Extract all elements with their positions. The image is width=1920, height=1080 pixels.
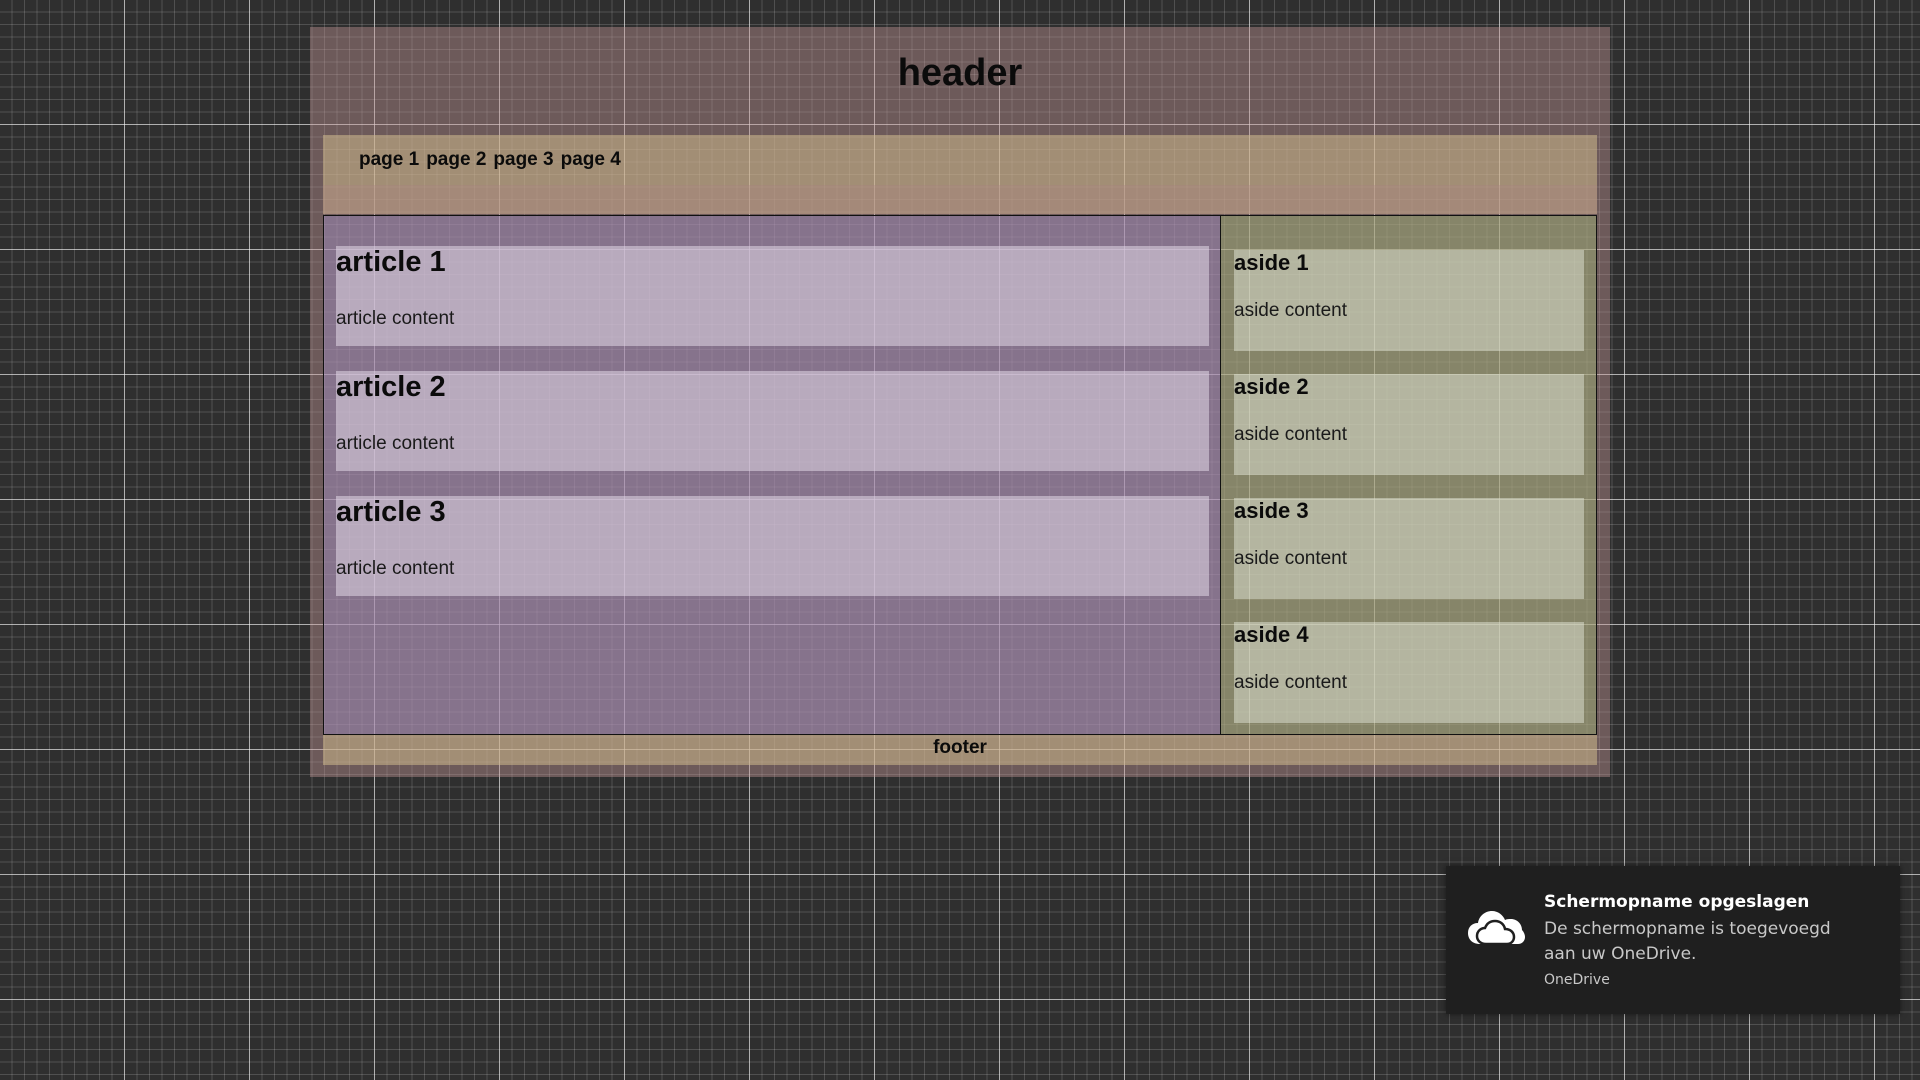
- main-column: article 1 article content article 2 arti…: [323, 215, 1221, 735]
- notification-body: De schermopname is toegevoegd aan uw One…: [1544, 919, 1831, 964]
- aside-title: aside 4: [1234, 622, 1309, 647]
- aside-content: aside content: [1234, 424, 1348, 445]
- aside-title: aside 3: [1234, 498, 1309, 523]
- screenshot-saved-notification[interactable]: Schermopname opgeslagen De schermopname …: [1446, 866, 1900, 1014]
- notification-source: OneDrive: [1544, 972, 1610, 988]
- aside-column: aside 1 aside content aside 2 aside cont…: [1220, 215, 1597, 735]
- nav-links: page 1 page 2 page 3 page 4: [359, 149, 621, 171]
- nav-link-page-2[interactable]: page 2: [426, 149, 486, 170]
- nav-link-page-1[interactable]: page 1: [359, 149, 419, 170]
- article-content: article content: [336, 308, 455, 329]
- onedrive-cloud-icon: [1466, 906, 1526, 948]
- nav-bar: page 1 page 2 page 3 page 4: [323, 135, 1597, 214]
- article-1: article 1 article content: [336, 246, 1209, 346]
- article-content: article content: [336, 433, 455, 454]
- demo-page: header page 1 page 2 page 3 page 4 artic…: [310, 27, 1610, 777]
- nav-link-page-4[interactable]: page 4: [561, 149, 621, 170]
- notification-title: Schermopname opgeslagen: [1544, 892, 1810, 912]
- footer-text: footer: [933, 737, 987, 758]
- site-footer: footer: [323, 735, 1597, 765]
- aside-content: aside content: [1234, 672, 1348, 693]
- article-3: article 3 article content: [336, 496, 1209, 596]
- aside-1: aside 1 aside content: [1234, 250, 1584, 351]
- nav-strip: [323, 185, 1597, 214]
- aside-content: aside content: [1234, 300, 1348, 321]
- article-title: article 3: [336, 496, 446, 528]
- aside-2: aside 2 aside content: [1234, 374, 1584, 475]
- aside-3: aside 3 aside content: [1234, 498, 1584, 599]
- site-header: header: [310, 27, 1610, 135]
- article-title: article 2: [336, 371, 446, 403]
- article-2: article 2 article content: [336, 371, 1209, 471]
- article-content: article content: [336, 558, 455, 579]
- aside-4: aside 4 aside content: [1234, 622, 1584, 723]
- article-title: article 1: [336, 246, 446, 278]
- aside-content: aside content: [1234, 548, 1348, 569]
- aside-title: aside 2: [1234, 374, 1309, 399]
- header-title: header: [897, 51, 1023, 94]
- nav-link-page-3[interactable]: page 3: [493, 149, 553, 170]
- aside-title: aside 1: [1234, 250, 1309, 275]
